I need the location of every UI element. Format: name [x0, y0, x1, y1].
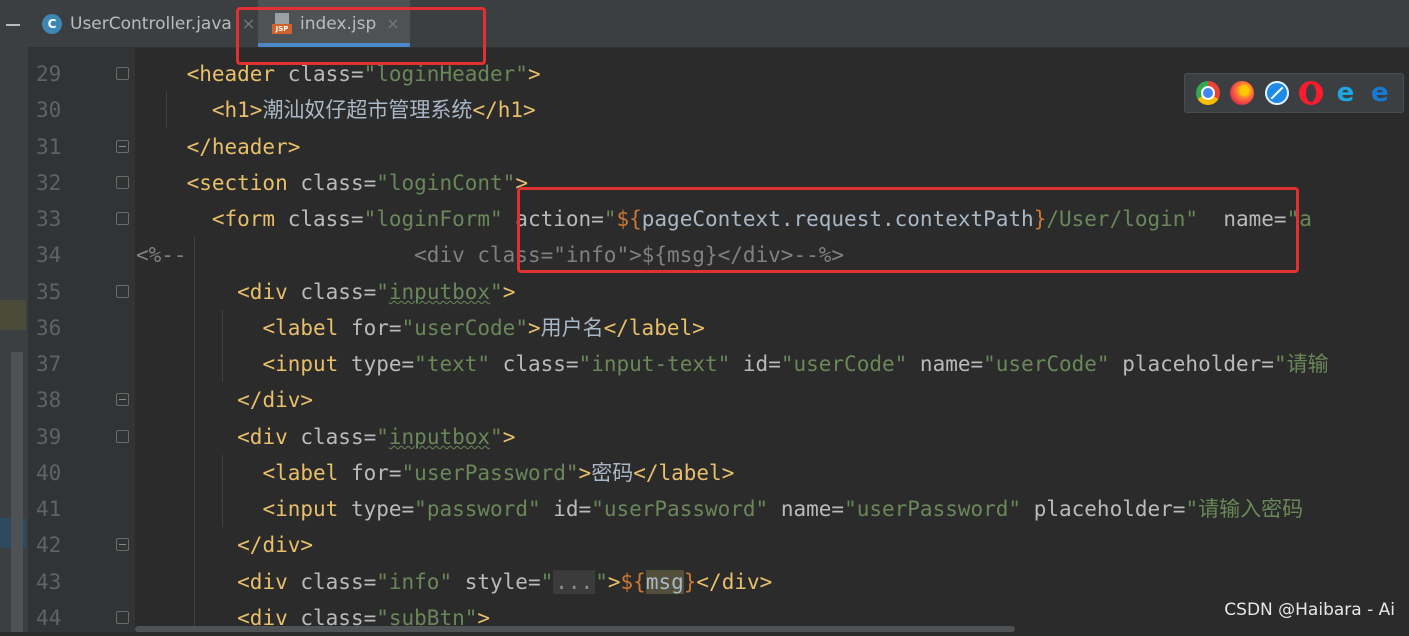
code-line-34[interactable]: <%-- <div class="info">${msg}</div>--%>: [136, 237, 844, 273]
line-number: 34: [36, 243, 62, 267]
firefox-icon[interactable]: [1230, 81, 1255, 105]
line-number: 38: [36, 388, 62, 412]
code-line-31[interactable]: </header>: [136, 129, 301, 165]
line-number: 44: [36, 606, 62, 630]
opera-icon[interactable]: [1299, 81, 1324, 105]
line-number: 30: [36, 98, 62, 122]
jsp-file-icon: JSP: [272, 12, 292, 35]
line-number: 43: [36, 570, 62, 594]
edge-icon[interactable]: e: [1368, 78, 1392, 108]
code-line-41[interactable]: <input type="password" id="userPassword"…: [136, 491, 1303, 527]
line-number: 33: [36, 207, 62, 231]
line-number: 31: [36, 135, 62, 159]
close-icon[interactable]: ×: [386, 14, 399, 33]
horizontal-scrollbar[interactable]: [135, 626, 1015, 632]
line-number: 41: [36, 497, 62, 521]
line-number: 35: [36, 280, 62, 304]
code-line-43[interactable]: <div class="info" style="...">${msg}</di…: [136, 564, 772, 600]
close-icon[interactable]: ×: [242, 14, 255, 33]
ie-icon[interactable]: e: [1333, 78, 1357, 108]
line-number: 39: [36, 425, 62, 449]
code-line-36[interactable]: <label for="userCode">用户名</label>: [136, 310, 704, 346]
code-line-29[interactable]: <header class="loginHeader">: [136, 56, 541, 92]
project-panel-edge: [0, 0, 28, 632]
fold-marker[interactable]: [116, 140, 129, 153]
code-line-40[interactable]: <label for="userPassword">密码</label>: [136, 455, 734, 491]
code-line-39[interactable]: <div class="inputbox">: [136, 419, 515, 455]
tab-index-jsp[interactable]: JSP index.jsp ×: [258, 0, 410, 47]
fold-marker[interactable]: [116, 67, 129, 80]
fold-marker[interactable]: [116, 393, 129, 406]
code-line-32[interactable]: <section class="loginCont">: [136, 165, 528, 201]
code-line-38[interactable]: </div>: [136, 382, 313, 418]
line-number: 37: [36, 352, 62, 376]
code-line-33[interactable]: <form class="loginForm" action="${pageCo…: [136, 201, 1312, 237]
tab-label: index.jsp: [300, 13, 377, 34]
tab-label: UserController.java: [70, 13, 232, 34]
line-number: 42: [36, 533, 62, 557]
line-number: 40: [36, 461, 62, 485]
fold-marker[interactable]: [116, 285, 129, 298]
fold-marker[interactable]: [116, 430, 129, 443]
tab-usercontroller[interactable]: C UserController.java ×: [42, 0, 257, 47]
fold-marker[interactable]: [116, 176, 129, 189]
editor-tab-bar: C UserController.java × JSP index.jsp ×: [28, 0, 1409, 48]
code-line-30[interactable]: <h1>潮汕奴仔超市管理系统</h1>: [136, 92, 536, 128]
fold-marker[interactable]: [116, 538, 129, 551]
line-number: 36: [36, 316, 62, 340]
code-line-42[interactable]: </div>: [136, 527, 313, 563]
code-line-37[interactable]: <input type="text" class="input-text" id…: [136, 346, 1328, 382]
watermark: CSDN @Haibara - Ai: [1224, 600, 1395, 620]
fold-marker[interactable]: [116, 611, 129, 624]
line-number: 32: [36, 171, 62, 195]
safari-icon[interactable]: [1264, 81, 1289, 105]
code-line-35[interactable]: <div class="inputbox">: [136, 274, 515, 310]
bookmark-marker: [0, 300, 26, 330]
browser-preview-toolbar: e e: [1184, 73, 1404, 113]
line-number: 29: [36, 62, 62, 86]
fold-marker[interactable]: [116, 212, 129, 225]
chrome-icon[interactable]: [1196, 81, 1221, 105]
panel-minimize-icon[interactable]: [6, 24, 20, 26]
folded-style-value[interactable]: ...: [553, 570, 596, 594]
java-class-icon: C: [42, 13, 62, 34]
active-tab-indicator: [258, 43, 410, 47]
panel-scrollbar[interactable]: [11, 352, 23, 632]
